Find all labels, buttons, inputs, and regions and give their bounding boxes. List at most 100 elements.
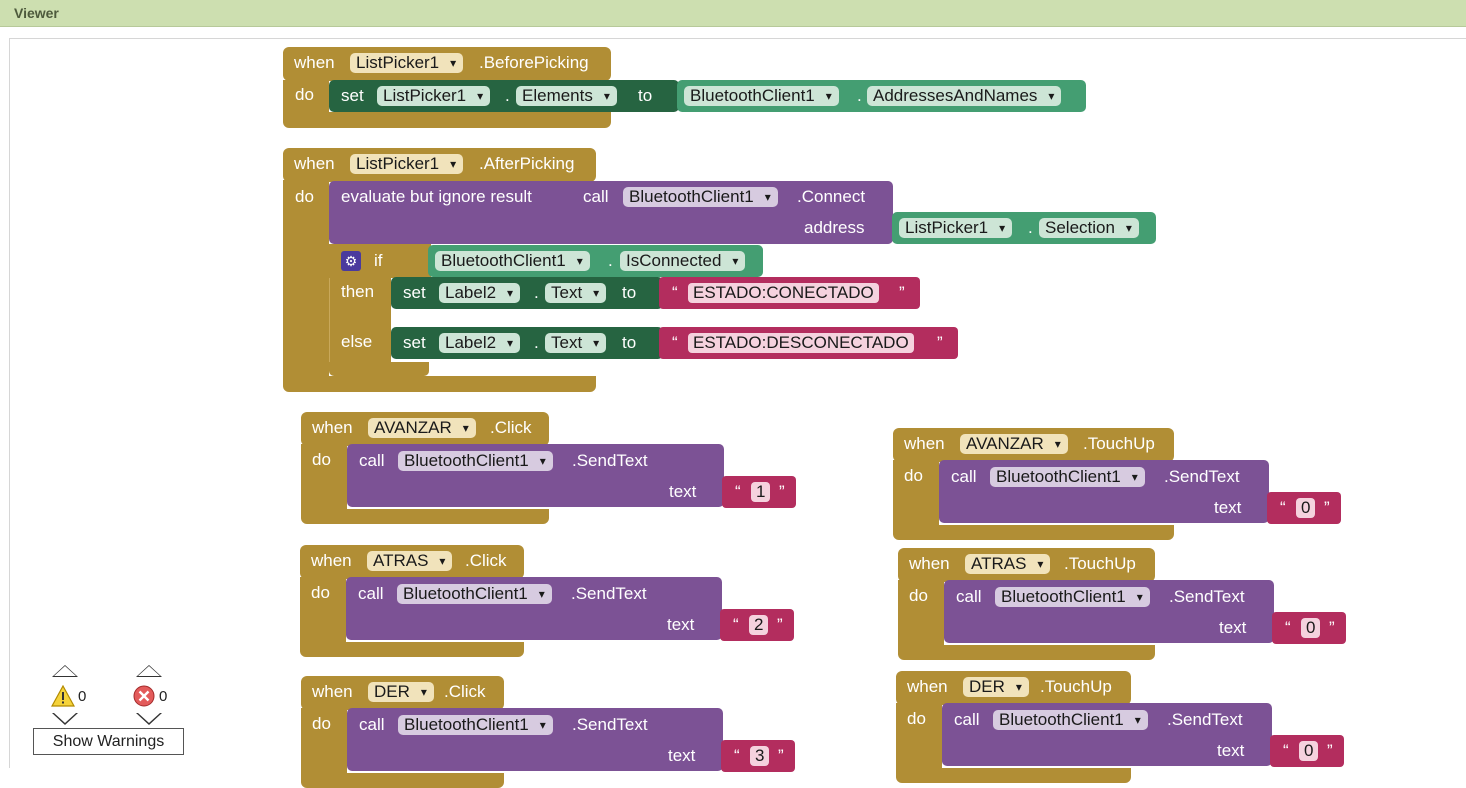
text-value[interactable]: 2 — [749, 615, 769, 635]
event-name-label: .Click — [490, 418, 532, 437]
event-name-label: .TouchUp — [1083, 434, 1155, 453]
set-label: set — [403, 283, 426, 302]
text-value[interactable]: 3 — [750, 746, 770, 766]
text-param-label: text — [667, 615, 695, 634]
dot-label: . — [608, 251, 613, 270]
text-param-label: text — [669, 482, 697, 501]
set-label: set — [341, 86, 364, 105]
error-icon — [133, 685, 155, 707]
event-name-label: .Click — [444, 682, 486, 701]
text-param-label: text — [1214, 498, 1242, 517]
else-property-dropdown[interactable]: Text — [545, 333, 607, 353]
event-block-footer — [283, 376, 596, 392]
set-property-dropdown[interactable]: Elements — [516, 86, 617, 106]
call-component-dropdown[interactable]: BluetoothClient1 — [398, 451, 553, 471]
call-component-dropdown[interactable]: BluetoothClient1 — [993, 710, 1148, 730]
set-component-dropdown[interactable]: ListPicker1 — [377, 86, 491, 106]
then-component-dropdown[interactable]: Label2 — [439, 283, 521, 303]
if-block-footer — [329, 362, 429, 376]
condition-component-dropdown[interactable]: BluetoothClient1 — [435, 251, 590, 271]
evaluate-label: evaluate but ignore result — [341, 187, 532, 206]
component-dropdown[interactable]: ListPicker1 — [350, 154, 464, 174]
event-name-label: .BeforePicking — [479, 53, 589, 72]
else-component-dropdown[interactable]: Label2 — [439, 333, 521, 353]
else-text-value[interactable]: ESTADO:DESCONECTADO — [688, 333, 914, 353]
address-component-dropdown[interactable]: ListPicker1 — [899, 218, 1013, 238]
call-label: call — [956, 587, 982, 606]
then-text-value[interactable]: ESTADO:CONECTADO — [688, 283, 879, 303]
component-dropdown[interactable]: ATRAS — [965, 554, 1051, 574]
text-param-label: text — [1219, 618, 1247, 637]
quote-close: ” — [1327, 741, 1333, 760]
show-warnings-button[interactable]: Show Warnings — [33, 728, 184, 755]
previous-error-arrow[interactable] — [136, 665, 162, 677]
do-label: do — [295, 187, 314, 206]
mutator-gear-icon[interactable]: ⚙ — [341, 251, 361, 271]
call-component-dropdown[interactable]: BluetoothClient1 — [397, 584, 552, 604]
blocks-workspace[interactable] — [9, 38, 1466, 768]
then-property-dropdown[interactable]: Text — [545, 283, 607, 303]
getter-property-dropdown[interactable]: AddressesAndNames — [867, 86, 1062, 106]
else-label: else — [341, 332, 373, 351]
text-value[interactable]: 1 — [751, 482, 771, 502]
when-label: when — [909, 554, 950, 573]
component-dropdown[interactable]: AVANZAR — [960, 434, 1068, 454]
quote-open: “ — [1283, 741, 1289, 760]
event-block-footer — [283, 112, 611, 128]
quote-open: “ — [1285, 618, 1291, 637]
quote-open: “ — [1280, 498, 1286, 517]
dot-label: . — [505, 86, 510, 105]
getter-component-dropdown[interactable]: BluetoothClient1 — [684, 86, 839, 106]
warning-icon — [51, 685, 75, 707]
condition-property-dropdown[interactable]: IsConnected — [620, 251, 746, 271]
when-label: when — [312, 418, 353, 437]
component-dropdown[interactable]: DER — [368, 682, 434, 702]
event-block-footer — [300, 642, 524, 657]
then-label: then — [341, 282, 375, 301]
previous-warning-arrow[interactable] — [52, 665, 78, 677]
call-label: call — [954, 710, 980, 729]
do-label: do — [312, 450, 331, 469]
error-count: 0 — [159, 688, 168, 705]
call-component-dropdown[interactable]: BluetoothClient1 — [990, 467, 1145, 487]
viewer-header: Viewer — [0, 0, 1466, 27]
quote-close: ” — [899, 283, 905, 302]
address-property-dropdown[interactable]: Selection — [1039, 218, 1139, 238]
do-label: do — [909, 586, 928, 605]
component-dropdown[interactable]: AVANZAR — [368, 418, 476, 438]
do-label: do — [311, 583, 330, 602]
when-label: when — [904, 434, 945, 453]
quote-open: “ — [672, 333, 678, 352]
quote-close: ” — [1329, 618, 1335, 637]
event-name-label: .TouchUp — [1040, 677, 1112, 696]
call-component-dropdown[interactable]: BluetoothClient1 — [995, 587, 1150, 607]
method-label: .SendText — [1164, 467, 1240, 486]
event-block-footer — [893, 525, 1174, 540]
component-dropdown[interactable]: DER — [963, 677, 1029, 697]
next-warning-arrow[interactable] — [52, 713, 78, 725]
to-label: to — [622, 283, 637, 302]
do-label: do — [295, 85, 314, 104]
do-label: do — [312, 714, 331, 733]
when-label: when — [311, 551, 352, 570]
text-value[interactable]: 0 — [1299, 741, 1319, 761]
next-error-arrow[interactable] — [136, 713, 162, 725]
method-label: .SendText — [571, 584, 647, 603]
call-component-dropdown[interactable]: BluetoothClient1 — [623, 187, 778, 207]
when-label: when — [294, 154, 335, 173]
address-param-label: address — [804, 218, 865, 237]
dot-label: . — [534, 283, 539, 302]
component-dropdown[interactable]: ListPicker1 — [350, 53, 464, 73]
call-component-dropdown[interactable]: BluetoothClient1 — [398, 715, 553, 735]
method-label: .Connect — [797, 187, 866, 206]
quote-close: ” — [777, 615, 783, 634]
method-label: .SendText — [1167, 710, 1243, 729]
quote-close: ” — [1324, 498, 1330, 517]
quote-open: “ — [733, 615, 739, 634]
text-value[interactable]: 0 — [1301, 618, 1321, 638]
quote-close: ” — [779, 482, 785, 501]
method-label: .SendText — [1169, 587, 1245, 606]
text-value[interactable]: 0 — [1296, 498, 1316, 518]
component-dropdown[interactable]: ATRAS — [367, 551, 453, 571]
warning-count: 0 — [78, 688, 87, 705]
